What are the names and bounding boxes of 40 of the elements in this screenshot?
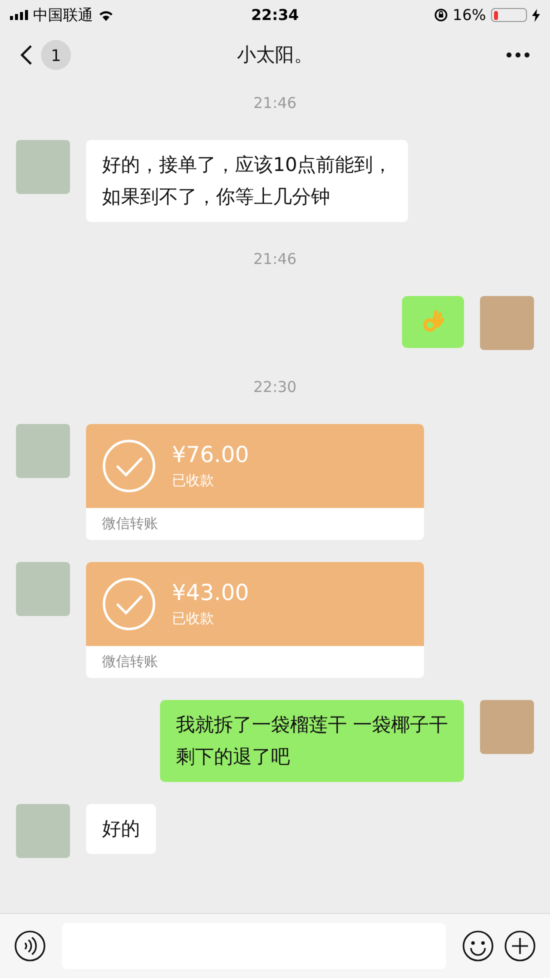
message-time: 21:46 <box>253 93 297 114</box>
chat-title: 小太阳。 <box>237 43 313 68</box>
voice-icon[interactable] <box>14 930 46 962</box>
avatar-photo[interactable] <box>16 424 70 478</box>
transfer-card[interactable]: ¥43.00 已收款 微信转账 <box>86 562 424 678</box>
transfer-card[interactable]: ¥76.00 已收款 微信转账 <box>86 424 424 540</box>
avatar-photo[interactable] <box>480 296 534 350</box>
transfer-status: 已收款 <box>172 472 215 490</box>
wifi-icon <box>98 9 114 21</box>
message-time: 22:30 <box>253 377 297 398</box>
emoji-icon[interactable] <box>462 930 494 962</box>
plus-icon[interactable] <box>504 930 536 962</box>
transfer-label: 微信转账 <box>101 653 159 672</box>
battery-icon <box>491 8 527 22</box>
avatar-photo[interactable] <box>16 140 70 194</box>
avatar-photo[interactable] <box>16 804 70 858</box>
message-text: 我就拆了一袋榴莲干 一袋椰子干 <box>176 713 448 738</box>
message-text: 好的 <box>102 817 140 842</box>
message-text: 如果到不了，你等上几分钟 <box>102 185 331 210</box>
ok-hand-icon <box>422 310 444 334</box>
back-icon[interactable] <box>20 44 33 66</box>
unread-badge: 1 <box>41 40 71 70</box>
avatar-photo[interactable] <box>16 562 70 616</box>
transfer-label: 微信转账 <box>101 515 159 534</box>
check-circle-icon <box>102 577 156 631</box>
carrier-name: 中国联通 <box>33 6 93 24</box>
avatar-photo[interactable] <box>480 700 534 754</box>
message-text: 好的，接单了，应该10点前能到， <box>102 153 392 178</box>
transfer-amount: ¥76.00 <box>172 442 249 468</box>
signal-icon <box>10 10 28 20</box>
transfer-amount: ¥43.00 <box>172 580 249 606</box>
check-circle-icon <box>102 439 156 493</box>
charging-icon <box>532 8 540 22</box>
message-time: 21:46 <box>253 249 297 270</box>
rotation-lock-icon <box>434 8 448 22</box>
message-text: 剩下的退了吧 <box>176 745 291 770</box>
status-time: 22:34 <box>251 6 299 24</box>
battery-percent: 16% <box>452 6 486 24</box>
transfer-status: 已收款 <box>172 610 215 628</box>
more-icon[interactable] <box>506 52 530 58</box>
